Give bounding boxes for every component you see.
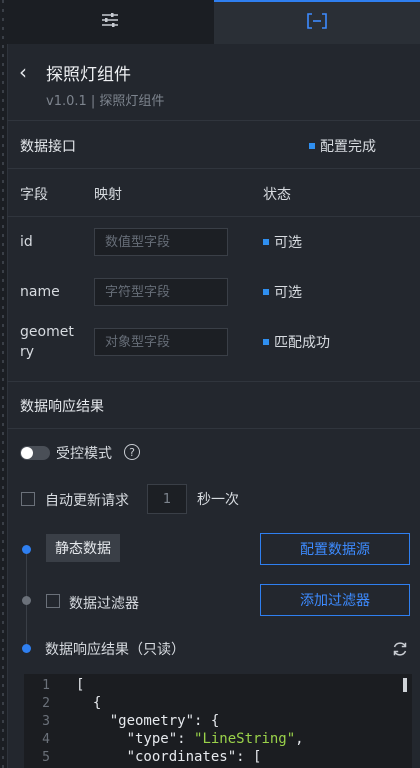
line-number: 1 [42, 678, 50, 693]
json-punct: : { [194, 713, 220, 729]
json-key: "type" [76, 731, 178, 747]
divider [7, 120, 420, 121]
bracket-icon [306, 13, 327, 33]
timeline-dot-inactive [22, 596, 31, 605]
page-title: 探照灯组件 [46, 65, 131, 85]
column-header-status: 状态 [263, 187, 291, 203]
mapping-input-geometry[interactable] [94, 328, 228, 356]
refresh-icon[interactable] [391, 640, 409, 658]
divider [7, 168, 420, 169]
divider [7, 428, 420, 429]
add-filter-button[interactable]: 添加过滤器 [260, 584, 410, 616]
mapping-input-id[interactable] [94, 228, 228, 256]
controlled-mode-toggle[interactable] [20, 446, 50, 460]
code-line: "geometry": { [76, 713, 220, 729]
column-header-mapping: 映射 [94, 187, 122, 203]
status-dot-icon [263, 239, 269, 245]
field-name-name: name [20, 284, 60, 300]
tab-settings[interactable] [7, 0, 214, 44]
interval-input[interactable] [147, 484, 187, 514]
json-key: "coordinates" [76, 749, 237, 765]
config-panel: ‹ 探照灯组件 v1.0.1 | 探照灯组件 数据接口 配置完成 字段 映射 状… [7, 44, 420, 768]
field-status-label: 可选 [274, 235, 302, 251]
timeline-dot-active [22, 545, 31, 554]
line-number: 4 [42, 732, 50, 747]
data-interface-title: 数据接口 [20, 139, 76, 155]
toggle-knob [21, 447, 33, 459]
field-status-name: 可选 [263, 282, 302, 302]
field-status-label: 匹配成功 [274, 335, 330, 351]
status-dot-icon [263, 289, 269, 295]
readonly-result-label: 数据响应结果（只读） [45, 642, 185, 658]
json-code-viewer[interactable]: 1 [ 2 { 3 "geometry": { 4 "type": "LineS… [24, 674, 412, 768]
status-dot-icon [309, 143, 315, 149]
sliders-icon [101, 12, 119, 32]
static-data-tag[interactable]: 静态数据 [46, 534, 120, 562]
configure-datasource-button[interactable]: 配置数据源 [260, 533, 410, 565]
code-line: [ [76, 677, 85, 693]
divider [7, 381, 420, 382]
data-interface-status: 配置完成 [309, 136, 376, 156]
field-status-label: 可选 [274, 285, 302, 301]
field-name-geometry: geomet ry [20, 322, 74, 362]
panel-header: ‹ 探照灯组件 v1.0.1 | 探照灯组件 [7, 44, 420, 120]
field-name-id: id [20, 234, 33, 250]
tab-bar [7, 0, 420, 44]
auto-update-label: 自动更新请求 [45, 493, 129, 509]
json-string: "LineString" [194, 731, 296, 747]
status-dot-icon [263, 339, 269, 345]
field-status-geometry: 匹配成功 [263, 332, 330, 352]
interval-suffix: 秒一次 [197, 492, 239, 508]
field-status-id: 可选 [263, 232, 302, 252]
data-filter-checkbox[interactable] [46, 594, 60, 608]
code-line: "type": "LineString", [76, 731, 304, 747]
line-number: 5 [42, 750, 50, 765]
page-subtitle: v1.0.1 | 探照灯组件 [46, 94, 165, 109]
mapping-input-name[interactable] [94, 278, 228, 306]
data-filter-label: 数据过滤器 [69, 596, 139, 612]
response-section-title: 数据响应结果 [20, 399, 104, 415]
code-line: { [76, 695, 102, 711]
field-name-line: ry [20, 344, 35, 360]
divider [7, 216, 420, 217]
timeline-dot-active [22, 644, 31, 653]
json-key: "geometry" [76, 713, 195, 729]
column-header-field: 字段 [20, 187, 48, 203]
json-punct: , [295, 731, 304, 747]
line-number: 2 [42, 696, 50, 711]
data-interface-status-label: 配置完成 [320, 139, 376, 155]
field-name-line: geomet [20, 324, 74, 340]
tab-data[interactable] [213, 0, 420, 44]
json-punct: : [ [236, 749, 262, 765]
code-scrollbar[interactable] [403, 678, 407, 692]
controlled-mode-label: 受控模式 [56, 446, 112, 462]
auto-update-checkbox[interactable] [21, 492, 35, 506]
code-line: "coordinates": [ [76, 749, 262, 765]
line-number: 3 [42, 714, 50, 729]
json-punct: : [177, 731, 195, 747]
back-icon[interactable]: ‹ [19, 58, 27, 86]
help-icon[interactable]: ? [124, 444, 140, 460]
